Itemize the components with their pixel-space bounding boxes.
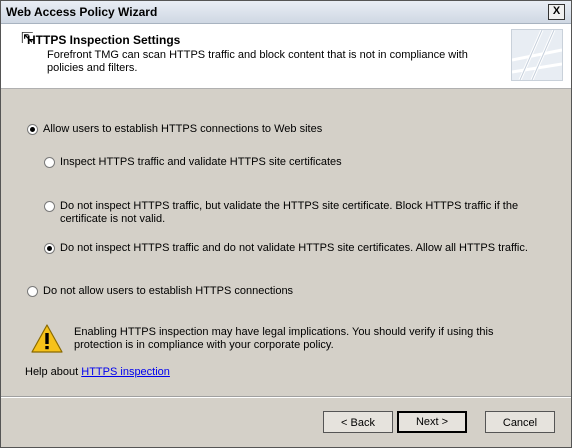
- radio-inspect-https-label: Inspect HTTPS traffic and validate HTTPS…: [60, 156, 342, 168]
- page-description: Forefront TMG can scan HTTPS traffic and…: [47, 49, 468, 74]
- radio-allow-all[interactable]: Do not inspect HTTPS traffic and do not …: [44, 242, 528, 255]
- radio-validate-only[interactable]: Do not inspect HTTPS traffic, but valida…: [44, 200, 524, 226]
- radio-button[interactable]: [44, 157, 55, 168]
- window-title: Web Access Policy Wizard: [6, 5, 158, 19]
- page-title: HTTPS Inspection Settings: [27, 33, 181, 47]
- footer-divider: [1, 396, 571, 398]
- radio-inspect-https[interactable]: Inspect HTTPS traffic and validate HTTPS…: [44, 156, 342, 169]
- next-button[interactable]: Next >: [397, 411, 467, 433]
- radio-validate-only-label: Do not inspect HTTPS traffic, but valida…: [60, 200, 519, 225]
- radio-deny-https[interactable]: Do not allow users to establish HTTPS co…: [27, 285, 293, 298]
- title-bar[interactable]: Web Access Policy Wizard X: [1, 1, 571, 24]
- wizard-window: Web Access Policy Wizard X ⇱ HTTPS Inspe…: [0, 0, 572, 448]
- wizard-header: ⇱ HTTPS Inspection Settings Forefront TM…: [1, 24, 571, 89]
- radio-deny-https-label: Do not allow users to establish HTTPS co…: [43, 285, 294, 297]
- radio-button[interactable]: [27, 124, 38, 135]
- back-button[interactable]: < Back: [323, 411, 393, 433]
- cancel-button[interactable]: Cancel: [485, 411, 555, 433]
- close-button[interactable]: X: [548, 4, 565, 20]
- https-inspection-help-link[interactable]: HTTPS inspection: [81, 366, 170, 378]
- radio-button[interactable]: [44, 201, 55, 212]
- wizard-logo-icon: [511, 29, 563, 81]
- radio-allow-https-label: Allow users to establish HTTPS connectio…: [43, 123, 323, 135]
- radio-button[interactable]: [27, 286, 38, 297]
- radio-allow-https[interactable]: Allow users to establish HTTPS connectio…: [27, 123, 322, 136]
- help-section: Help about HTTPS inspection: [25, 366, 170, 378]
- radio-button[interactable]: [44, 243, 55, 254]
- warning-icon: [31, 324, 63, 354]
- warning-text: Enabling HTTPS inspection may have legal…: [74, 326, 494, 351]
- help-prefix: Help about: [25, 366, 82, 378]
- radio-allow-all-label: Do not inspect HTTPS traffic and do not …: [60, 242, 528, 254]
